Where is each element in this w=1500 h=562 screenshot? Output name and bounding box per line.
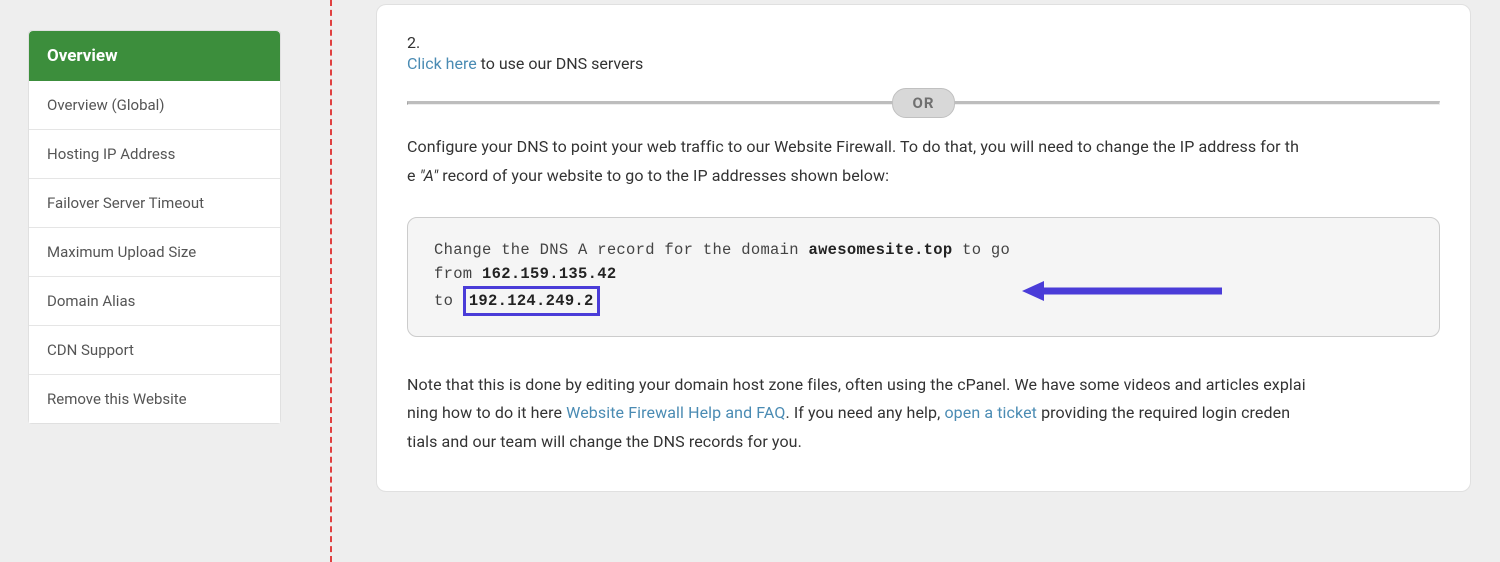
sidebar-item-label: Domain Alias	[47, 292, 135, 310]
note-line2a: ning how to do it here	[407, 403, 566, 422]
instruction-text: Configure your DNS to point your web tra…	[407, 133, 1440, 191]
instruction-italic: "A"	[420, 166, 439, 185]
help-faq-link[interactable]: Website Firewall Help and FAQ	[566, 403, 785, 422]
sidebar-item-label: CDN Support	[47, 341, 134, 359]
code-to-ip-highlighted: 192.124.249.2	[463, 286, 600, 316]
sidebar-item-label: Failover Server Timeout	[47, 194, 204, 212]
note-line2b: . If you need any help,	[785, 403, 944, 422]
dns-code-block: Change the DNS A record for the domain a…	[407, 217, 1440, 337]
note-text: Note that this is done by editing your d…	[407, 371, 1440, 457]
note-line2c: providing the required login creden	[1037, 403, 1290, 422]
code-line1-prefix: Change the DNS A record for the domain	[434, 241, 808, 259]
click-here-suffix: to use our DNS servers	[477, 54, 644, 73]
open-ticket-link[interactable]: open a ticket	[944, 403, 1037, 422]
click-here-link[interactable]: Click here	[407, 54, 477, 73]
sidebar-item-label: Overview	[47, 46, 118, 66]
code-from-ip: 162.159.135.42	[482, 265, 616, 283]
sidebar-item-hosting-ip[interactable]: Hosting IP Address	[29, 130, 280, 179]
sidebar-item-label: Hosting IP Address	[47, 145, 175, 163]
sidebar-item-overview-global[interactable]: Overview (Global)	[29, 81, 280, 130]
sidebar-item-label: Maximum Upload Size	[47, 243, 196, 261]
sidebar-item-label: Remove this Website	[47, 390, 187, 408]
code-domain: awesomesite.top	[808, 241, 952, 259]
note-line3: tials and our team will change the DNS r…	[407, 432, 802, 451]
note-line1: Note that this is done by editing your d…	[407, 375, 1306, 394]
annotation-arrow-icon	[1022, 279, 1222, 303]
instruction-line1: Configure your DNS to point your web tra…	[407, 137, 1299, 156]
or-pill: OR	[892, 88, 956, 118]
step-number: 2.	[407, 33, 1440, 52]
sidebar-item-domain-alias[interactable]: Domain Alias	[29, 277, 280, 326]
sidebar-item-label: Overview (Global)	[47, 96, 165, 114]
content-panel: 2. Click here to use our DNS servers OR …	[376, 4, 1471, 492]
click-here-line: Click here to use our DNS servers	[407, 54, 1440, 73]
code-line3-prefix: to	[434, 292, 463, 310]
sidebar-item-overview[interactable]: Overview	[29, 31, 280, 81]
instruction-line2a: e	[407, 166, 420, 185]
sidebar-item-cdn-support[interactable]: CDN Support	[29, 326, 280, 375]
sidebar: Overview Overview (Global) Hosting IP Ad…	[28, 30, 281, 424]
or-divider: OR	[407, 101, 1440, 105]
annotation-divider	[330, 0, 332, 562]
code-line2-prefix: from	[434, 265, 482, 283]
sidebar-item-max-upload[interactable]: Maximum Upload Size	[29, 228, 280, 277]
instruction-line2b: record of your website to go to the IP a…	[438, 166, 889, 185]
code-line1-suffix: to go	[953, 241, 1011, 259]
sidebar-item-remove-website[interactable]: Remove this Website	[29, 375, 280, 423]
sidebar-item-failover[interactable]: Failover Server Timeout	[29, 179, 280, 228]
